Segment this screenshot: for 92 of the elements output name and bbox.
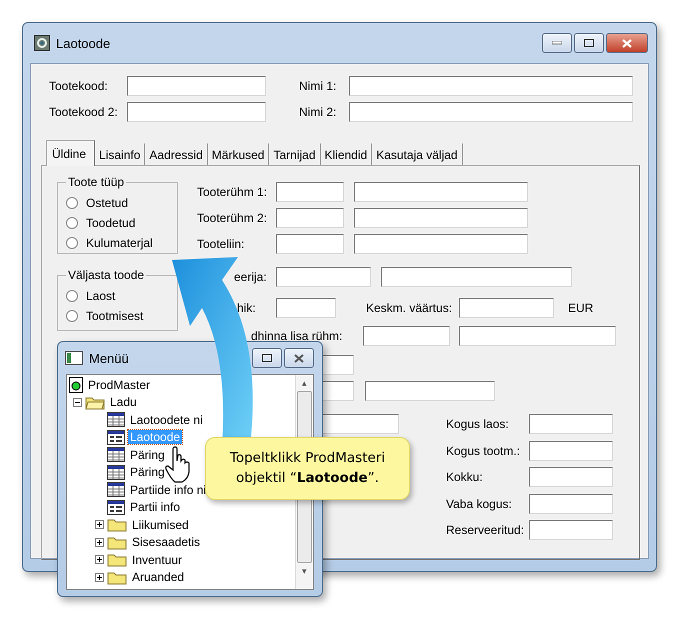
close-button[interactable] [606,33,648,53]
text-field[interactable] [459,326,616,346]
grid-icon [107,464,125,480]
grid-icon [107,412,125,428]
close-icon [294,354,304,362]
field-label: Tooteliin: [197,237,246,251]
close-icon [622,38,632,48]
tree-item[interactable]: Partii info [128,500,182,514]
folder-icon [107,552,127,568]
field-label: Vaba kogus: [446,496,513,510]
field-label: hik: [236,301,257,315]
text-field[interactable] [354,234,528,254]
text-field[interactable] [529,467,613,487]
text-field[interactable] [363,326,450,346]
maximize-button[interactable] [252,348,282,368]
tree-item[interactable]: Partiide info ni [128,482,208,497]
text-field[interactable] [276,267,371,287]
grid-icon [107,447,125,462]
tree-item[interactable]: Inventuur [130,552,184,567]
field-label: eerija: [233,270,268,284]
expander-icon[interactable] [95,538,104,547]
field-label: Kokku: [446,470,484,484]
radio-option[interactable]: Tootmisest [66,306,177,326]
text-field[interactable] [529,494,613,514]
folder-icon [107,534,127,550]
text-field[interactable] [354,208,528,228]
text-field[interactable] [459,298,554,318]
form-icon [107,500,125,515]
form-icon [107,430,125,445]
text-field[interactable] [276,298,336,318]
group-title: Väljasta toode [66,268,146,282]
maximize-icon [262,354,272,362]
field-label: Kogus laos: [446,417,510,431]
tree-item[interactable]: Aruanded [130,570,186,584]
text-field[interactable] [529,520,613,540]
app-icon [34,35,50,51]
scroll-up-arrow[interactable]: ▴ [302,375,307,391]
text-field[interactable] [529,414,613,434]
text-field[interactable] [276,208,344,228]
field-label: Tootekood: [49,79,109,93]
expander-icon[interactable] [95,572,104,582]
group-title: Toote tüüp [66,175,126,189]
field-label: Keskm. väärtus: [366,301,454,315]
folder-icon [107,517,127,532]
text-field[interactable] [354,182,528,202]
text-field[interactable] [349,102,633,122]
field-label: Tootekood 2: [49,105,119,119]
text-field[interactable] [365,381,495,401]
minimize-button[interactable] [542,33,572,53]
field-label: Kogus tootm.: [446,444,522,458]
field-label: Nimi 2: [299,105,338,119]
folder-icon [107,570,127,585]
tab[interactable]: Üldine [46,140,96,166]
tree-item[interactable]: Liikumised [130,518,191,532]
tree-item[interactable]: Ladu [108,395,139,410]
field-label: Tooterühm 2: [197,211,268,225]
text-field[interactable] [276,182,344,202]
folder-icon [85,394,105,410]
text-field[interactable] [529,440,613,460]
expander-icon[interactable] [73,398,82,407]
window-icon [65,351,83,365]
window-title: Laotoode [56,36,110,50]
document-icon [69,376,83,393]
tree-item[interactable]: Laotoodete ni [128,412,205,427]
window-title: Menüü [89,350,129,366]
tree-item[interactable]: Päring [128,465,167,480]
radio-option[interactable]: Laost [66,286,177,306]
expander-icon[interactable] [95,520,104,530]
radio-option[interactable]: Toodetud [66,213,177,233]
tree-item[interactable]: ProdMaster [86,378,152,392]
radio-option[interactable]: Ostetud [66,193,177,213]
maximize-icon [584,39,594,47]
tree-item[interactable]: Sisesaadetis [130,535,202,550]
text-field[interactable] [127,76,266,96]
field-label: Tooterühm 1: [197,185,268,199]
field-label: Reserveeritud: [446,523,526,537]
text-field[interactable] [127,102,266,122]
scroll-down-arrow[interactable]: ▾ [302,563,307,579]
unit-label: EUR [568,301,594,315]
minimize-icon [552,41,562,45]
grid-icon [107,482,125,498]
tree-item[interactable]: Päring [128,448,167,462]
text-field[interactable] [276,234,344,254]
close-button[interactable] [284,348,314,368]
text-field[interactable] [349,76,633,96]
callout-text: Topeltklikk ProdMasteri objektil “Laotoode”. [228,448,386,488]
maximize-button[interactable] [574,33,604,53]
expander-icon[interactable] [95,555,104,564]
text-field[interactable] [381,267,572,287]
field-label: Nimi 1: [299,79,338,93]
radio-option[interactable]: Kulumaterjal [66,233,177,253]
field-label: dhinna lisa rühm: [250,329,344,343]
